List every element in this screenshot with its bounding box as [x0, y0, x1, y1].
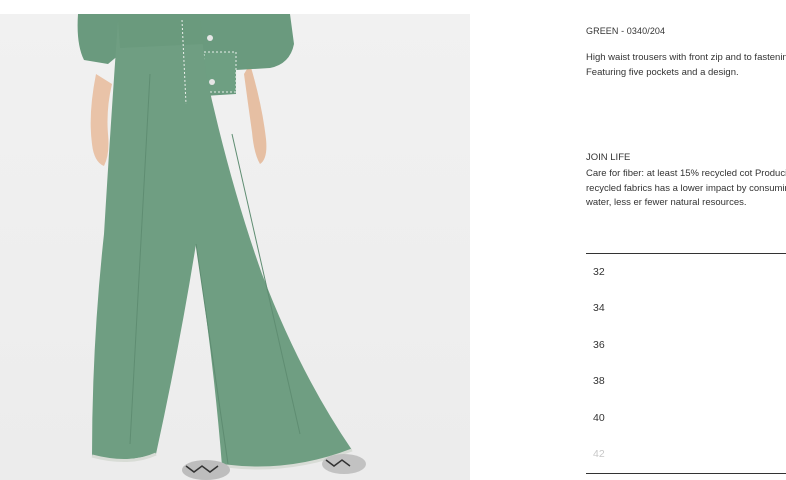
size-option-40[interactable]: 40	[586, 400, 786, 436]
product-page: GREEN - 0340/204 High waist trousers wit…	[0, 0, 786, 480]
size-option-34[interactable]: 34	[586, 290, 786, 326]
product-info: GREEN - 0340/204 High waist trousers wit…	[586, 0, 786, 480]
color-reference: GREEN - 0340/204	[586, 26, 666, 36]
join-life-title: JOIN LIFE	[586, 152, 631, 163]
size-option-42: 42	[593, 447, 605, 460]
size-selector: 32 34 36 38 40 42	[586, 253, 786, 474]
size-option-38[interactable]: 38	[586, 363, 786, 399]
size-option-32[interactable]: 32	[586, 254, 786, 290]
size-option-36[interactable]: 36	[586, 327, 786, 363]
product-image[interactable]	[0, 14, 470, 480]
join-life-text: Care for fiber: at least 15% recycled co…	[586, 168, 786, 208]
trousers-illustration	[77, 14, 366, 480]
product-description: High waist trousers with front zip and t…	[586, 52, 786, 78]
